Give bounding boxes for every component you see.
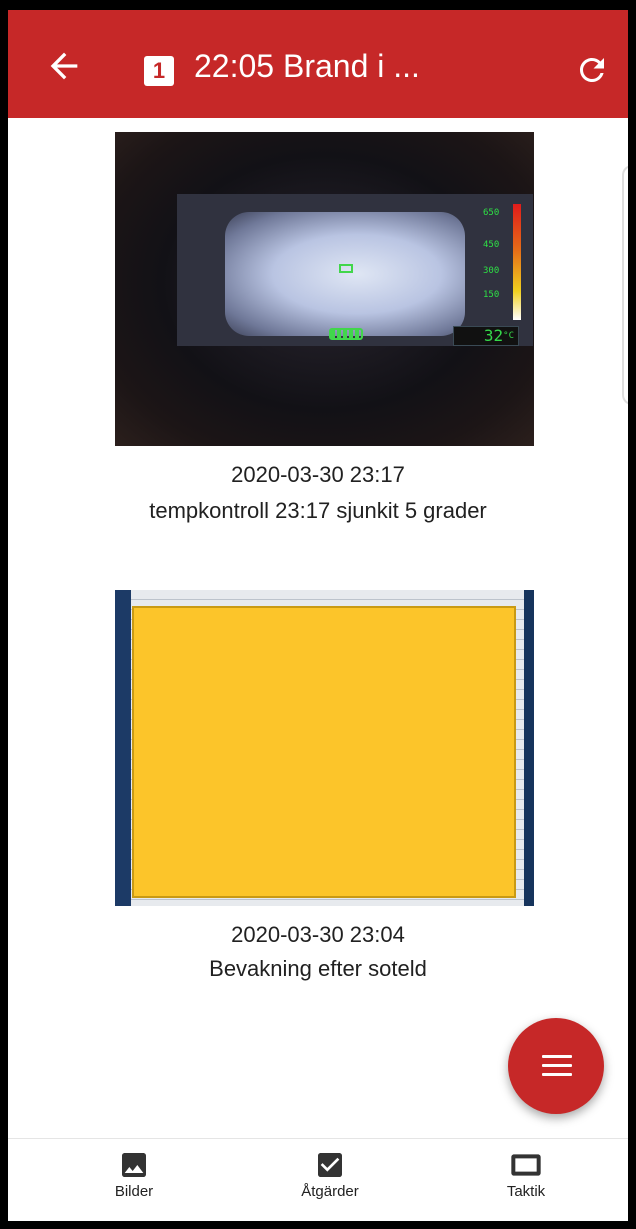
- nav-label: Bilder: [114, 1183, 154, 1200]
- document-edge: [524, 590, 534, 906]
- tablet-icon: [511, 1154, 541, 1176]
- refresh-icon[interactable]: [574, 52, 610, 88]
- feed-photo-thermal[interactable]: 650 450 300 150 32°C: [115, 132, 534, 446]
- incident-number-badge: 1: [144, 56, 174, 86]
- document-edge: [115, 590, 131, 906]
- menu-fab-button[interactable]: [508, 1018, 604, 1114]
- feed-timestamp: 2020-03-30 23:04: [231, 922, 405, 947]
- temperature-value: 32: [483, 326, 504, 345]
- feed-timestamp: 2020-03-30 23:17: [231, 462, 405, 487]
- app-bar: 1 22:05 Brand i ...: [8, 10, 628, 118]
- nav-item-atgarder[interactable]: Åtgärder: [260, 1139, 400, 1219]
- scale-tick: 150: [483, 290, 500, 300]
- menu-icon: [542, 1055, 572, 1058]
- thermal-hotspot: [225, 212, 465, 336]
- temperature-unit: °C: [503, 331, 514, 341]
- battery-icon: [329, 328, 363, 340]
- app-screen: 1 22:05 Brand i ... 650 450 300 150 32°C…: [8, 10, 628, 1221]
- page-title: 22:05 Brand i ...: [194, 48, 420, 84]
- feed-caption: tempkontroll 23:17 sjunkit 5 grader: [149, 498, 487, 523]
- nav-label: Åtgärder: [301, 1183, 359, 1200]
- arrow-left-icon[interactable]: [44, 46, 84, 86]
- nav-item-taktik[interactable]: Taktik: [456, 1139, 596, 1219]
- bottom-navigation: Bilder Åtgärder Taktik: [8, 1138, 628, 1221]
- image-icon: [122, 1153, 146, 1177]
- scale-tick: 450: [483, 240, 500, 250]
- thermal-reticle: [339, 264, 353, 273]
- redaction-block: [132, 606, 516, 898]
- checkbox-icon: [318, 1153, 342, 1177]
- menu-icon: [542, 1064, 572, 1067]
- scroll-edge-handle[interactable]: [622, 165, 628, 405]
- scale-tick: 650: [483, 208, 500, 218]
- nav-item-bilder[interactable]: Bilder: [64, 1139, 204, 1219]
- scale-tick: 300: [483, 266, 500, 276]
- temperature-readout: 32°C: [453, 326, 519, 346]
- thermal-scale: [513, 204, 521, 320]
- feed-caption: Bevakning efter soteld: [209, 956, 427, 981]
- menu-icon: [542, 1073, 572, 1076]
- feed-photo-document[interactable]: [115, 590, 534, 906]
- nav-label: Taktik: [506, 1183, 546, 1200]
